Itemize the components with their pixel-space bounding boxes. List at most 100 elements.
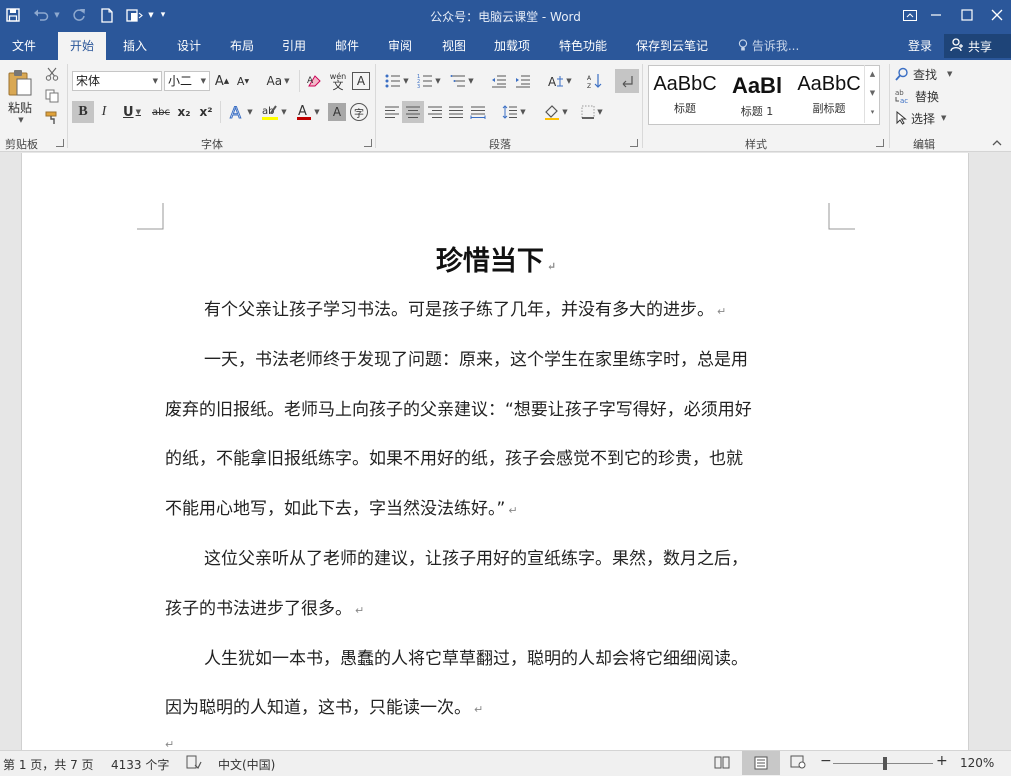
subscript-button[interactable]: x₂ (174, 101, 194, 123)
bold-button[interactable]: B (72, 101, 94, 123)
text-line[interactable]: 人生犹如一本书，愚蠢的人将它草草翻过，聪明的人却会将它细细阅读。 (204, 644, 748, 669)
chevron-down-icon: ▼ (152, 77, 158, 85)
web-layout-icon[interactable] (790, 755, 806, 772)
align-center-icon[interactable] (402, 101, 424, 123)
line-spacing-button[interactable]: ▼ (498, 101, 530, 123)
text-line[interactable]: 有个父亲让孩子学习书法。可是孩子练了几年，并没有多大的进步。 ↵ (204, 295, 726, 320)
format-painter-icon[interactable] (42, 108, 62, 128)
close-icon[interactable] (982, 4, 1011, 26)
tab-references[interactable]: 引用 (282, 32, 306, 60)
find-button[interactable]: 查找 ▼ (895, 64, 963, 84)
text-line[interactable]: 不能用心地写，如此下去，字当然没法练好。” ↵ (165, 494, 518, 519)
maximize-icon[interactable] (952, 4, 982, 26)
document-page[interactable]: 珍惜当下 ↵ 有个父亲让孩子学习书法。可是孩子练了几年，并没有多大的进步。 ↵ 一天… (21, 153, 970, 751)
tab-mailings[interactable]: 邮件 (335, 32, 359, 60)
tab-layout[interactable]: 布局 (230, 32, 254, 60)
login-link[interactable]: 登录 (908, 32, 932, 60)
styles-launcher-icon[interactable] (876, 139, 884, 147)
chinese-layout-button[interactable]: A ▼ (544, 70, 576, 92)
align-right-icon[interactable] (425, 101, 445, 123)
italic-button[interactable]: I (94, 101, 114, 123)
tab-special-features[interactable]: 特色功能 (559, 32, 607, 60)
change-case-button[interactable]: Aa ▼ (262, 72, 294, 90)
zoom-level[interactable]: 120% (960, 756, 994, 770)
font-name-combo[interactable]: 宋体 ▼ (72, 71, 162, 91)
shrink-font-icon[interactable]: A ▼ (234, 72, 252, 90)
bullets-button[interactable]: ▼ (382, 70, 412, 92)
share-button[interactable]: 共享 (944, 34, 1011, 58)
numbering-button[interactable]: 1 2 3 ▼ (414, 70, 444, 92)
document-title[interactable]: 珍惜当下 ↵ (22, 239, 970, 278)
style-subtitle[interactable]: AaBbC 副标题 (793, 66, 865, 124)
show-hide-marks-icon[interactable] (615, 69, 639, 93)
distributed-icon[interactable] (468, 101, 488, 123)
scroll-down-icon[interactable]: ▼ (865, 84, 880, 103)
character-border-icon[interactable]: A (352, 72, 370, 90)
tell-me-box[interactable]: 告诉我... (738, 32, 799, 60)
text-effects-button[interactable]: A ▼ (226, 101, 256, 123)
scroll-up-icon[interactable]: ▲ (865, 65, 880, 84)
line-text: 人生犹如一本书，愚蠢的人将它草草翻过，聪明的人却会将它细细阅读。 (204, 649, 748, 669)
text-line[interactable]: 一天，书法老师终于发现了问题：原来，这个学生在家里练字时，总是用 (204, 345, 748, 370)
superscript-button[interactable]: x² (196, 101, 216, 123)
print-layout-icon[interactable] (742, 751, 780, 775)
justify-icon[interactable] (446, 101, 466, 123)
character-shading-icon[interactable]: A (328, 103, 346, 121)
align-left-icon[interactable] (382, 101, 402, 123)
paragraph-launcher-icon[interactable] (630, 139, 638, 147)
text-line[interactable]: 的纸，不能拿旧报纸练字。如果不用好的纸，孩子会感觉不到它的珍贵，也就 (165, 444, 743, 469)
select-button[interactable]: 选择 ▼ (895, 108, 963, 128)
tab-insert[interactable]: 插入 (123, 32, 147, 60)
zoom-slider-thumb[interactable] (883, 757, 887, 770)
increase-indent-icon[interactable] (512, 70, 534, 92)
underline-button[interactable]: U ▼ (116, 101, 148, 123)
cut-icon[interactable] (42, 64, 62, 84)
zoom-out-button[interactable]: − (820, 753, 832, 769)
phonetic-guide-icon[interactable]: wén 文 (328, 70, 348, 92)
font-launcher-icon[interactable] (364, 139, 372, 147)
replace-button[interactable]: ab ac 替换 (895, 86, 963, 106)
highlighter-icon: ab (262, 105, 279, 120)
collapse-ribbon-icon[interactable] (990, 136, 1004, 148)
shading-button[interactable]: ▼ (540, 101, 572, 123)
borders-button[interactable]: ▼ (576, 101, 608, 123)
styles-gallery-scroll[interactable]: ▲ ▼ ▾ (864, 65, 880, 123)
sort-icon[interactable]: AZ (584, 70, 606, 92)
style-heading-1[interactable]: AaBl 标题 1 (721, 66, 793, 124)
tab-file[interactable]: 文件 (12, 32, 36, 60)
font-color-button[interactable]: A ▼ (292, 101, 324, 123)
font-size-combo[interactable]: 小二 ▼ (164, 71, 210, 91)
minimize-icon[interactable] (921, 4, 951, 26)
tab-save-to-cloud-notes[interactable]: 保存到云笔记 (636, 32, 708, 60)
page-count[interactable]: 第 1 页，共 7 页 (3, 756, 94, 773)
text-line[interactable]: 废弃的旧报纸。老师马上向孩子的父亲建议：“想要让孩子字写得好，必须用好 (165, 395, 752, 420)
grow-font-icon[interactable]: A ▲ (213, 72, 231, 90)
read-mode-icon[interactable] (714, 755, 730, 772)
clear-formatting-icon[interactable]: A (304, 72, 324, 90)
text-line[interactable]: 孩子的书法进步了很多。 ↵ (165, 594, 364, 619)
highlight-button[interactable]: ab ▼ (258, 101, 290, 123)
tab-design[interactable]: 设计 (177, 32, 201, 60)
decrease-indent-icon[interactable] (488, 70, 510, 92)
word-count[interactable]: 4133 个字 (111, 756, 169, 773)
tab-addins[interactable]: 加载项 (494, 32, 530, 60)
text-line[interactable]: 这位父亲听从了老师的建议，让孩子用好的宣纸练字。果然，数月之后， (204, 544, 748, 569)
language-indicator[interactable]: 中文(中国) (218, 756, 275, 773)
tab-home[interactable]: 开始 (58, 32, 107, 60)
svg-text:A: A (307, 76, 314, 86)
strikethrough-button[interactable]: abc (150, 101, 172, 123)
group-divider (375, 64, 376, 148)
copy-icon[interactable] (42, 86, 62, 106)
text-line[interactable]: 因为聪明的人知道，这书，只能读一次。 ↵ (165, 693, 483, 718)
enclose-characters-icon[interactable]: 字 (350, 103, 368, 121)
document-area[interactable]: 珍惜当下 ↵ 有个父亲让孩子学习书法。可是孩子练了几年，并没有多大的进步。 ↵ 一天… (0, 153, 1011, 751)
multilevel-list-button[interactable]: ▼ (446, 70, 478, 92)
more-styles-icon[interactable]: ▾ (865, 103, 880, 122)
tab-review[interactable]: 审阅 (388, 32, 412, 60)
zoom-in-button[interactable]: + (936, 753, 948, 769)
tab-view[interactable]: 视图 (442, 32, 466, 60)
paste-button[interactable]: 粘贴 ▼ (4, 66, 36, 126)
style-title[interactable]: AaBbC 标题 (649, 66, 721, 124)
clipboard-launcher-icon[interactable] (56, 139, 64, 147)
proofing-icon[interactable] (186, 755, 202, 773)
